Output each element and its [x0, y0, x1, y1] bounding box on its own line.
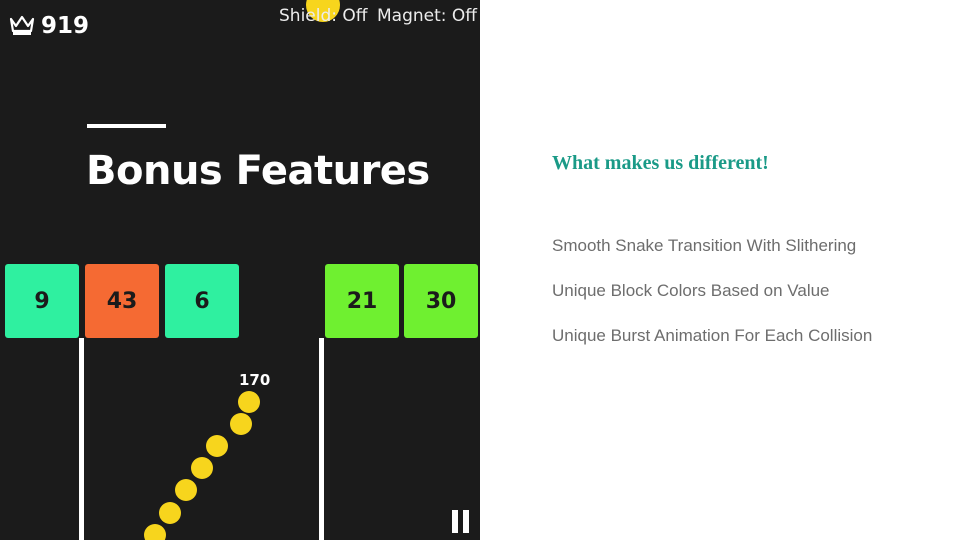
snake-ball — [191, 457, 213, 479]
snake-ball — [159, 502, 181, 524]
lane-wall — [319, 338, 324, 540]
feature-list: Smooth Snake Transition With Slithering … — [552, 236, 872, 371]
number-block: 43 — [85, 264, 159, 338]
score-value: 919 — [41, 13, 90, 39]
magnet-status: Magnet: Off — [377, 6, 477, 26]
number-block: 21 — [325, 264, 399, 338]
slide-subtitle: What makes us different! — [552, 152, 769, 174]
number-block: 9 — [5, 264, 79, 338]
number-block: 30 — [404, 264, 478, 338]
crown-icon — [9, 15, 35, 35]
snake-ball — [238, 391, 260, 413]
snake-ball — [175, 479, 197, 501]
shield-status: Shield: Off — [279, 6, 368, 26]
game-screenshot: 919 Shield: Off Magnet: Off Bonus Featur… — [0, 0, 480, 540]
snake-ball — [206, 435, 228, 457]
pause-icon[interactable] — [452, 510, 470, 533]
feature-item: Smooth Snake Transition With Slithering — [552, 236, 857, 255]
number-block: 6 — [165, 264, 239, 338]
feature-item: Unique Block Colors Based on Value — [552, 281, 830, 300]
lane-wall — [79, 338, 84, 540]
snake-ball — [144, 524, 166, 540]
title-accent-rule — [87, 124, 166, 128]
feature-item: Unique Burst Animation For Each Collisio… — [552, 326, 873, 345]
slide-title: Bonus Features — [86, 148, 430, 194]
snake-length-label: 170 — [239, 371, 271, 389]
snake-ball — [230, 413, 252, 435]
